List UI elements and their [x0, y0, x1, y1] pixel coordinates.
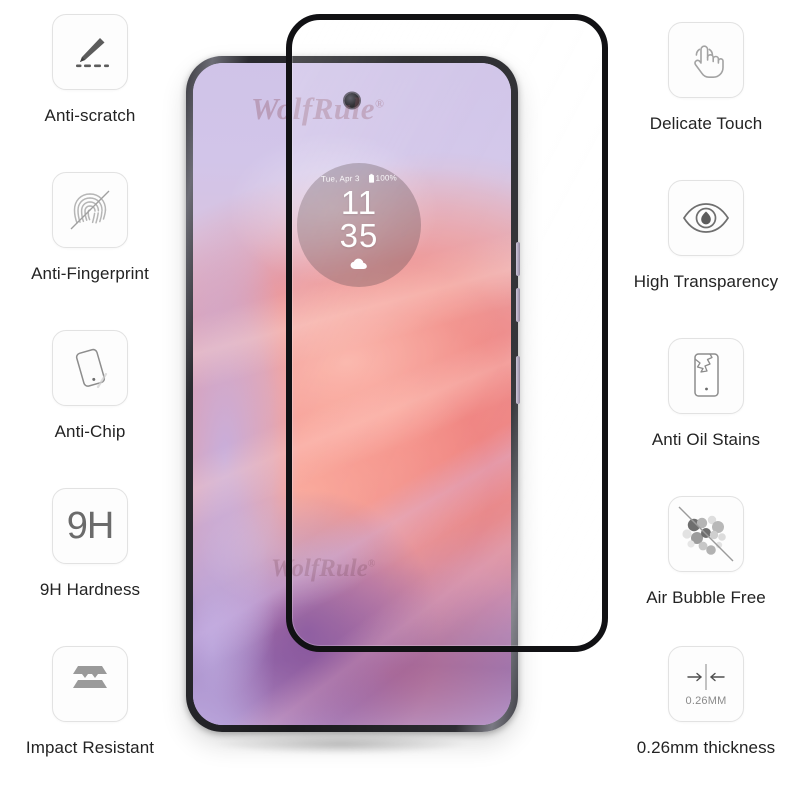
phone-oil-stain-icon — [668, 338, 744, 414]
feature-air-bubble-free: Air Bubble Free — [612, 496, 800, 608]
tilted-phone-icon — [52, 330, 128, 406]
eye-icon — [668, 180, 744, 256]
right-feature-column: Delicate Touch High Transparency Anti Oi… — [612, 0, 800, 800]
feature-anti-scratch: Anti-scratch — [0, 14, 180, 126]
feature-anti-fingerprint: Anti-Fingerprint — [0, 172, 180, 284]
clock-hours: 11 — [340, 184, 378, 221]
feature-anti-chip: Anti-Chip — [0, 330, 180, 442]
feature-label: Anti Oil Stains — [651, 430, 761, 449]
feature-label: Delicate Touch — [649, 114, 763, 133]
phone-device: Tue, Apr 3 100% 11 35 WolfRule® WolfRule… — [186, 56, 520, 732]
bubbles-crossed-icon — [668, 496, 744, 572]
touch-hand-icon — [668, 22, 744, 98]
punch-hole-camera-icon — [344, 93, 360, 108]
cloud-icon — [350, 257, 368, 275]
product-infographic: Anti-scratch Anti-Fingerprint Anti-Chip … — [0, 0, 800, 800]
battery-percent: 100% — [375, 173, 398, 183]
clock-status-line: Tue, Apr 3 100% — [321, 173, 397, 183]
feature-anti-oil-stains: Anti Oil Stains — [612, 338, 800, 450]
fingerprint-icon — [52, 172, 128, 248]
battery-icon — [368, 173, 374, 183]
feature-label: Anti-Fingerprint — [31, 264, 149, 283]
hardness-icon-text: 9H — [66, 504, 115, 547]
clock-widget[interactable]: Tue, Apr 3 100% 11 35 — [297, 163, 421, 287]
feature-label: 0.26mm thickness — [636, 738, 776, 757]
power-button[interactable] — [516, 356, 520, 404]
volume-down-button[interactable] — [516, 288, 520, 322]
feature-high-transparency: High Transparency — [612, 180, 800, 292]
left-feature-column: Anti-scratch Anti-Fingerprint Anti-Chip … — [0, 0, 180, 800]
knife-scratch-icon — [52, 14, 128, 90]
feature-label: Anti-scratch — [44, 106, 136, 125]
clock-minutes: 35 — [339, 216, 379, 254]
volume-up-button[interactable] — [516, 242, 520, 276]
feature-label: High Transparency — [633, 272, 779, 291]
phone-screen: Tue, Apr 3 100% 11 35 WolfRule® WolfRule… — [193, 63, 511, 725]
clock-date: Tue, Apr 3 — [320, 173, 360, 184]
feature-delicate-touch: Delicate Touch — [612, 22, 800, 134]
feature-label: 9H Hardness — [39, 580, 141, 599]
feature-label: Anti-Chip — [54, 422, 126, 441]
layered-impact-icon — [52, 646, 128, 722]
phone-frame: Tue, Apr 3 100% 11 35 WolfRule® WolfRule… — [186, 56, 518, 732]
feature-impact-resistant: Impact Resistant — [0, 646, 180, 758]
battery-status: 100% — [368, 173, 398, 183]
feature-9h-hardness: 9H 9H Hardness — [0, 488, 180, 600]
feature-label: Impact Resistant — [25, 738, 155, 757]
thickness-icon-text: 0.26MM — [685, 694, 727, 707]
phone-drop-shadow — [216, 734, 466, 754]
feature-thickness: 0.26MM 0.26mm thickness — [612, 646, 800, 758]
thickness-arrows-icon: 0.26MM — [668, 646, 744, 722]
feature-label: Air Bubble Free — [646, 588, 766, 607]
hardness-9h-icon: 9H — [52, 488, 128, 564]
